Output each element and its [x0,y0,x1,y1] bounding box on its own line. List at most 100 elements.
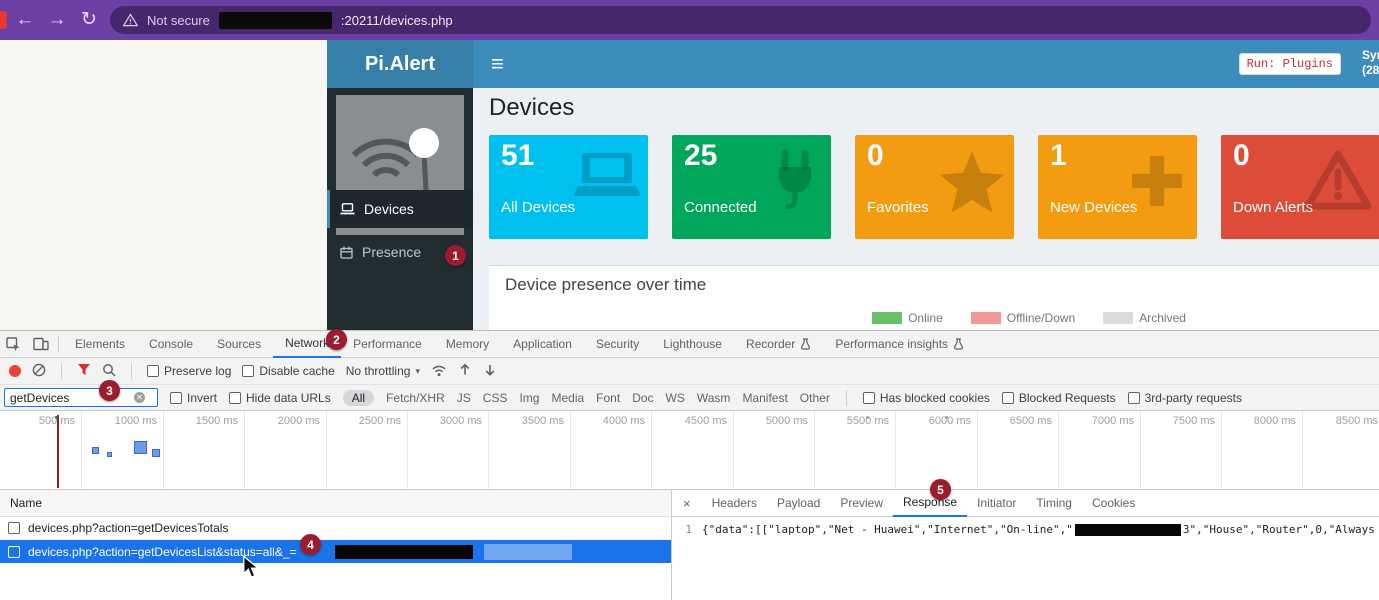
filter-type-all[interactable]: All [343,390,374,406]
third-party-requests-checkbox[interactable]: 3rd-party requests [1128,391,1242,405]
network-conditions-icon[interactable] [431,363,447,380]
request-row[interactable]: devices.php?action=getDevicesTotals [0,517,671,540]
clear-filter-icon[interactable]: ✕ [134,392,145,403]
chevron-down-icon: ▾ [415,366,420,377]
clear-button[interactable] [32,363,46,380]
time-label: 3000 ms [412,415,482,427]
tab-console[interactable]: Console [137,331,205,358]
tab-sources[interactable]: Sources [205,331,273,358]
time-label: 4000 ms [575,415,645,427]
step-badge-2: 2 [326,329,347,350]
detail-tab-bar: × Headers Payload Preview Response Initi… [672,490,1379,517]
tab-performance[interactable]: Performance [341,331,434,358]
import-har-icon[interactable] [458,363,472,380]
forward-icon[interactable]: → [42,0,72,40]
filter-type-manifest[interactable]: Manifest [742,391,787,405]
back-icon[interactable]: ← [10,0,40,40]
filter-input[interactable]: ✕ [4,388,158,407]
filter-type-img[interactable]: Img [519,391,539,405]
tab-lighthouse[interactable]: Lighthouse [651,331,734,358]
legend-archived: Archived [1103,311,1186,325]
detail-tab-initiator[interactable]: Initiator [967,490,1026,517]
step-badge-1: 1 [445,245,466,266]
tab-memory[interactable]: Memory [434,331,501,358]
close-icon[interactable]: × [672,496,702,511]
tab-elements[interactable]: Elements [63,331,137,358]
presence-panel: Device presence over time Online Offline… [489,265,1379,330]
tab-application[interactable]: Application [501,331,584,358]
filter-type-font[interactable]: Font [596,391,620,405]
divider [61,363,62,379]
card-all-devices[interactable]: 51 All Devices [489,135,648,239]
detail-tab-headers[interactable]: Headers [702,490,767,517]
filter-type-ws[interactable]: WS [666,391,685,405]
has-blocked-cookies-checkbox[interactable]: Has blocked cookies [863,391,990,405]
name-column-header[interactable]: Name [0,490,671,517]
tab-security[interactable]: Security [584,331,651,358]
filter-type-css[interactable]: CSS [483,391,508,405]
time-label: 2000 ms [250,415,320,427]
filter-type-fetch-xhr[interactable]: Fetch/XHR [386,391,445,405]
pialert-app: Pi.Alert Devic [327,40,1379,330]
response-detail-panel: × Headers Payload Preview Response Initi… [672,490,1379,600]
invert-checkbox[interactable]: Invert [170,391,217,405]
request-row-selected[interactable]: devices.php?action=getDevicesList&status… [0,540,671,563]
record-button[interactable] [9,365,21,377]
sidebar-item-label: Presence [362,244,421,260]
time-label: 500 ms [5,415,75,427]
tab-recorder[interactable]: Recorder [734,331,823,358]
blocked-requests-checkbox[interactable]: Blocked Requests [1002,391,1116,405]
hide-data-urls-checkbox[interactable]: Hide data URLs [229,391,331,405]
time-label: 5000 ms [738,415,808,427]
throttling-select[interactable]: No throttling ▾ [346,364,420,378]
filter-icon[interactable] [77,363,91,379]
redacted-value [335,545,473,559]
reload-icon[interactable]: ↻ [74,0,104,40]
gridline [1302,411,1303,489]
run-plugins-button[interactable]: Run: Plugins [1239,53,1341,75]
plug-icon [767,149,823,216]
detail-tab-cookies[interactable]: Cookies [1082,490,1145,517]
gridline [733,411,734,489]
network-overview-timeline[interactable]: 500 ms 1000 ms 1500 ms 2000 ms 2500 ms 3… [0,411,1379,490]
detail-tab-payload[interactable]: Payload [767,490,830,517]
hamburger-menu-icon[interactable]: ≡ [491,51,504,77]
disable-cache-checkbox[interactable]: Disable cache [242,364,334,378]
card-label: Connected [684,199,757,216]
filter-type-doc[interactable]: Doc [632,391,653,405]
address-bar[interactable]: Not secure :20211/devices.php [110,6,1371,34]
inspect-element-icon[interactable] [0,331,27,358]
filter-type-media[interactable]: Media [551,391,584,405]
gridline [326,411,327,489]
detail-tab-preview[interactable]: Preview [830,490,893,517]
row-checkbox[interactable] [8,522,20,534]
row-checkbox[interactable] [8,546,20,558]
detail-tab-timing[interactable]: Timing [1026,490,1082,517]
device-toolbar-icon[interactable] [27,331,54,358]
card-new-devices[interactable]: 1 New Devices [1038,135,1197,239]
filter-type-js[interactable]: JS [457,391,471,405]
card-connected[interactable]: 25 Connected [672,135,831,239]
search-icon[interactable] [102,363,116,380]
time-label: 7500 ms [1145,415,1215,427]
time-label: 8500 ms [1308,415,1378,427]
card-value: 51 [501,139,534,173]
card-favorites[interactable]: 0 Favorites [855,135,1014,239]
export-har-icon[interactable] [483,363,497,380]
request-activity-mark [107,452,112,457]
gridline [814,411,815,489]
tab-performance-insights[interactable]: Performance insights [823,331,976,358]
filter-type-other[interactable]: Other [800,391,830,405]
laptop-icon [340,203,355,215]
card-down-alerts[interactable]: 0 Down Alerts [1221,135,1379,239]
legend-swatch [872,312,902,324]
security-warning-label: Not secure [147,13,210,28]
app-logo[interactable]: Pi.Alert [327,40,473,88]
filter-type-wasm[interactable]: Wasm [697,391,731,405]
card-value: 0 [1233,139,1250,173]
request-activity-mark [134,441,147,454]
preserve-log-checkbox[interactable]: Preserve log [147,364,231,378]
checkbox-label: 3rd-party requests [1145,391,1242,405]
checkbox-box [170,392,182,404]
sidebar-item-devices[interactable]: Devices [327,190,473,228]
